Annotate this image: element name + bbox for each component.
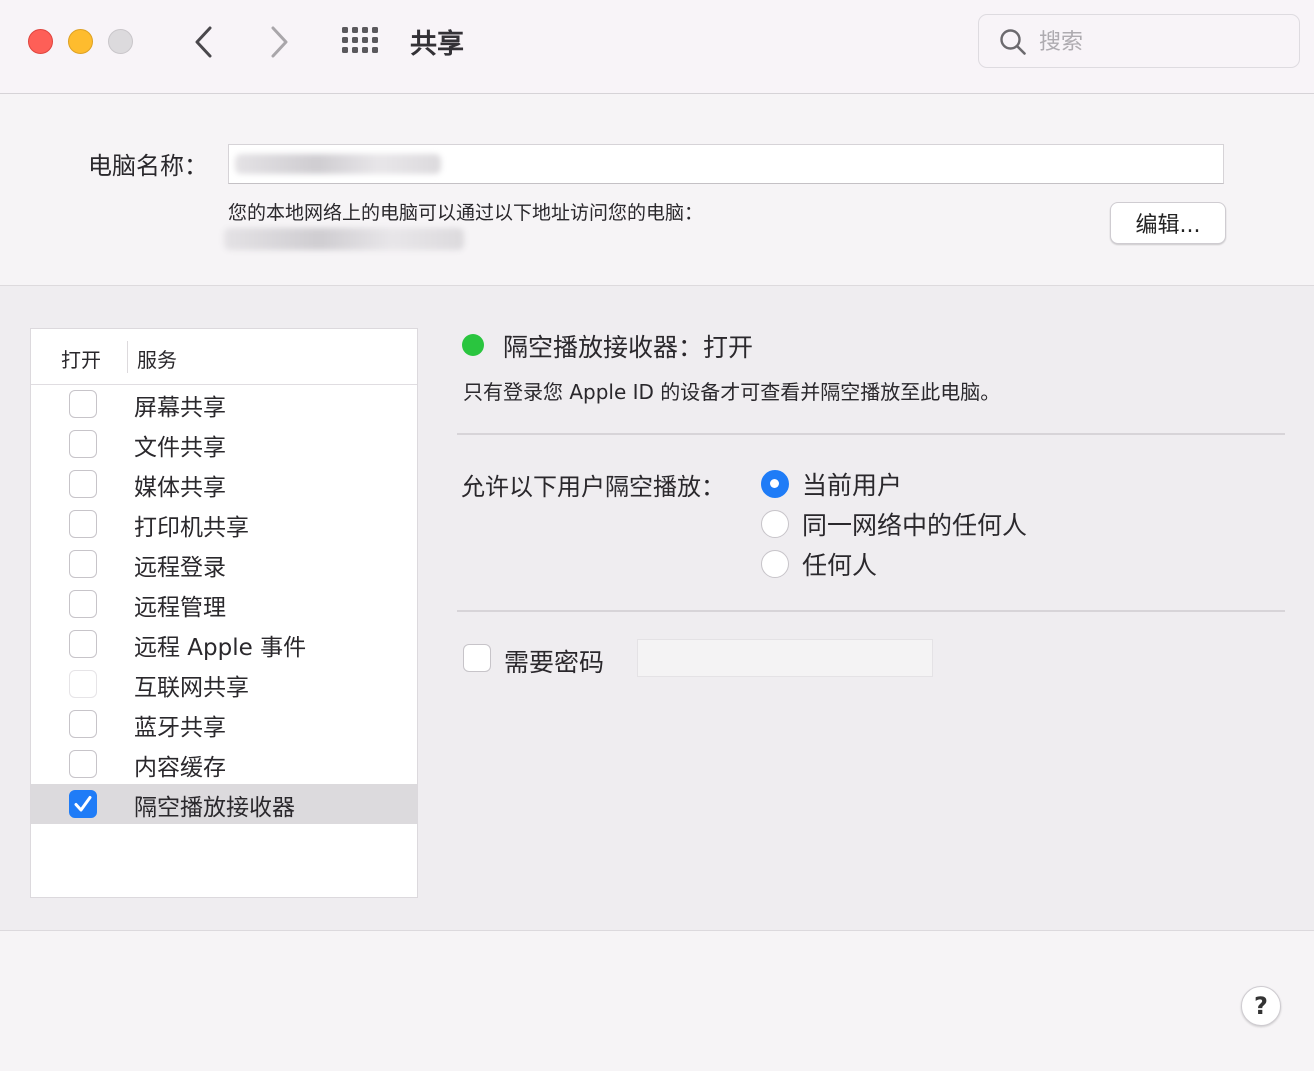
status-indicator <box>462 334 484 356</box>
column-divider <box>127 341 128 373</box>
radio-label: 当前用户 <box>802 471 903 500</box>
zoom-window-button[interactable] <box>108 29 133 54</box>
computer-name-field[interactable] <box>228 144 1224 184</box>
radio-button[interactable] <box>761 510 789 538</box>
service-label: 媒体共享 <box>134 475 226 501</box>
close-window-button[interactable] <box>28 29 53 54</box>
status-description: 只有登录您 Apple ID 的设备才可查看并隔空播放至此电脑。 <box>463 380 1001 404</box>
service-checkbox[interactable] <box>69 430 97 458</box>
service-label: 文件共享 <box>134 435 226 461</box>
search-icon <box>1000 29 1026 55</box>
service-label: 隔空播放接收器 <box>134 795 295 821</box>
divider <box>457 433 1285 435</box>
local-address-note: 您的本地网络上的电脑可以通过以下地址访问您的电脑： <box>228 202 704 224</box>
allow-users-label: 允许以下用户隔空播放： <box>461 473 725 501</box>
divider <box>457 610 1285 612</box>
service-row[interactable]: 屏幕共享 <box>31 384 417 424</box>
service-row[interactable]: 远程管理 <box>31 584 417 624</box>
service-checkbox[interactable] <box>69 390 97 418</box>
status-title: 隔空播放接收器：打开 <box>503 333 754 362</box>
service-label: 屏幕共享 <box>134 395 226 421</box>
minimize-window-button[interactable] <box>68 29 93 54</box>
radio-label: 任何人 <box>802 551 878 580</box>
radio-button[interactable] <box>761 470 789 498</box>
service-row[interactable]: 远程登录 <box>31 544 417 584</box>
service-row[interactable]: 打印机共享 <box>31 504 417 544</box>
service-checkbox[interactable] <box>69 510 97 538</box>
service-checkbox[interactable] <box>69 590 97 618</box>
require-password-label: 需要密码 <box>504 648 605 677</box>
computer-name-label: 电脑名称： <box>88 152 208 180</box>
service-checkbox[interactable] <box>69 710 97 738</box>
service-label: 内容缓存 <box>134 755 226 781</box>
service-checkbox[interactable] <box>69 750 97 778</box>
search-box[interactable] <box>978 14 1300 68</box>
service-checkbox[interactable] <box>69 550 97 578</box>
redacted-computer-name <box>235 154 441 174</box>
bottom-bar <box>0 931 1314 1071</box>
computer-name-section: 电脑名称： 您的本地网络上的电脑可以通过以下地址访问您的电脑： 编辑... <box>0 94 1314 286</box>
service-label: 远程 Apple 事件 <box>134 635 307 661</box>
column-header-on[interactable]: 打开 <box>61 344 101 373</box>
services-header: 打开 服务 <box>31 329 417 385</box>
service-label: 蓝牙共享 <box>134 715 226 741</box>
service-checkbox[interactable] <box>69 670 97 698</box>
service-row[interactable]: 远程 Apple 事件 <box>31 624 417 664</box>
chevron-right-icon <box>271 26 288 58</box>
window-title: 共享 <box>410 29 464 60</box>
services-list: 打开 服务 屏幕共享文件共享媒体共享打印机共享远程登录远程管理远程 Apple … <box>30 328 418 898</box>
show-all-button[interactable] <box>340 24 382 58</box>
service-label: 打印机共享 <box>134 515 249 541</box>
service-checkbox[interactable] <box>69 790 97 818</box>
redacted-local-address <box>224 228 464 250</box>
title-bar: 共享 <box>0 0 1314 94</box>
service-row[interactable]: 媒体共享 <box>31 464 417 504</box>
help-button[interactable]: ? <box>1241 986 1281 1026</box>
service-row[interactable]: 互联网共享 <box>31 664 417 704</box>
password-field <box>637 639 933 677</box>
service-label: 远程管理 <box>134 595 226 621</box>
checkmark-icon <box>74 796 92 812</box>
service-row[interactable]: 隔空播放接收器 <box>31 784 417 824</box>
service-label: 远程登录 <box>134 555 226 581</box>
service-row[interactable]: 蓝牙共享 <box>31 704 417 744</box>
chevron-left-icon <box>195 26 212 58</box>
radio-label: 同一网络中的任何人 <box>802 511 1028 540</box>
service-checkbox[interactable] <box>69 470 97 498</box>
back-button[interactable] <box>186 22 222 62</box>
column-header-service[interactable]: 服务 <box>137 344 177 373</box>
service-row[interactable]: 文件共享 <box>31 424 417 464</box>
service-label: 互联网共享 <box>134 675 249 701</box>
radio-button[interactable] <box>761 550 789 578</box>
service-checkbox[interactable] <box>69 630 97 658</box>
service-row[interactable]: 内容缓存 <box>31 744 417 784</box>
forward-button[interactable] <box>261 22 297 62</box>
search-input[interactable] <box>1039 25 1279 59</box>
require-password-checkbox[interactable] <box>463 644 491 672</box>
grid-icon <box>342 27 348 33</box>
edit-button[interactable]: 编辑... <box>1110 202 1226 244</box>
